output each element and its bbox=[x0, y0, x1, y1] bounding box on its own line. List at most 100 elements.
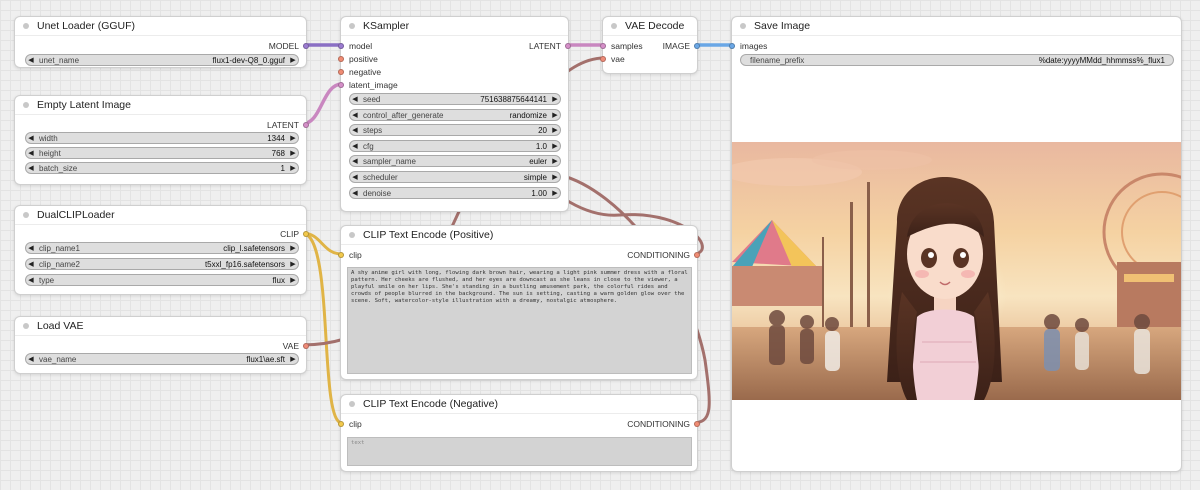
collapse-dot-icon[interactable] bbox=[23, 323, 29, 329]
decrement-arrow-icon[interactable]: ◀ bbox=[26, 260, 36, 268]
node-header[interactable]: Empty Latent Image bbox=[15, 96, 306, 115]
increment-arrow-icon[interactable]: ▶ bbox=[550, 157, 560, 165]
collapse-dot-icon[interactable] bbox=[740, 23, 746, 29]
load-vae-node[interactable]: Load VAE VAE ◀ vae_name flux1\ae.sft ▶ bbox=[14, 316, 309, 374]
save-image-node[interactable]: Save Image images filename_prefix %date:y… bbox=[729, 16, 1182, 472]
input-slot-icon[interactable] bbox=[338, 69, 344, 75]
collapse-dot-icon[interactable] bbox=[349, 401, 355, 407]
vae-decode-node[interactable]: VAE Decode samples vae IMAGE bbox=[600, 16, 700, 74]
output-slot-icon[interactable] bbox=[694, 43, 700, 49]
decrement-arrow-icon[interactable]: ◀ bbox=[350, 142, 360, 150]
increment-arrow-icon[interactable]: ▶ bbox=[550, 173, 560, 181]
increment-arrow-icon[interactable]: ▶ bbox=[288, 134, 298, 142]
output-conditioning[interactable]: CONDITIONING bbox=[627, 418, 700, 430]
increment-arrow-icon[interactable]: ▶ bbox=[288, 164, 298, 172]
clip-text-encode-negative-node[interactable]: CLIP Text Encode (Negative) clip CONDITI… bbox=[338, 394, 700, 472]
input-slot-icon[interactable] bbox=[338, 43, 344, 49]
widget-clip-name2[interactable]: ◀ clip_name2 t5xxl_fp16.safetensors ▶ bbox=[25, 258, 299, 270]
widget-scheduler[interactable]: ◀ scheduler simple ▶ bbox=[349, 171, 561, 183]
output-slot-icon[interactable] bbox=[303, 343, 309, 349]
increment-arrow-icon[interactable]: ▶ bbox=[550, 126, 560, 134]
widget-seed[interactable]: ◀ seed 751638875644141 ▶ bbox=[349, 93, 561, 105]
widget-cfg[interactable]: ◀ cfg 1.0 ▶ bbox=[349, 140, 561, 152]
output-conditioning[interactable]: CONDITIONING bbox=[627, 249, 700, 261]
collapse-dot-icon[interactable] bbox=[349, 23, 355, 29]
decrement-arrow-icon[interactable]: ◀ bbox=[26, 244, 36, 252]
unet-loader-node[interactable]: Unet Loader (GGUF) MODEL ◀ unet_name flux1… bbox=[14, 16, 309, 68]
output-vae[interactable]: VAE bbox=[283, 340, 309, 352]
input-clip[interactable]: clip bbox=[338, 418, 362, 430]
increment-arrow-icon[interactable]: ▶ bbox=[288, 56, 298, 64]
input-slot-icon[interactable] bbox=[338, 82, 344, 88]
output-clip[interactable]: CLIP bbox=[280, 228, 309, 240]
decrement-arrow-icon[interactable]: ◀ bbox=[350, 173, 360, 181]
node-header[interactable]: DualCLIPLoader bbox=[15, 206, 306, 225]
generated-image-preview[interactable] bbox=[732, 142, 1181, 400]
node-header[interactable]: Load VAE bbox=[15, 317, 306, 336]
decrement-arrow-icon[interactable]: ◀ bbox=[26, 149, 36, 157]
input-positive[interactable]: positive bbox=[338, 53, 378, 65]
dual-clip-loader-node[interactable]: DualCLIPLoader CLIP ◀ clip_name1 clip_l.sa… bbox=[14, 205, 309, 295]
widget-vae-name[interactable]: ◀ vae_name flux1\ae.sft ▶ bbox=[25, 353, 299, 365]
output-slot-icon[interactable] bbox=[694, 252, 700, 258]
collapse-dot-icon[interactable] bbox=[23, 23, 29, 29]
widget-batch-size[interactable]: ◀ batch_size 1 ▶ bbox=[25, 162, 299, 174]
widget-unet-name[interactable]: ◀ unet_name flux1-dev-Q8_0.gguf ▶ bbox=[25, 54, 299, 66]
output-slot-icon[interactable] bbox=[694, 421, 700, 427]
decrement-arrow-icon[interactable]: ◀ bbox=[26, 355, 36, 363]
clip-text-encode-positive-node[interactable]: CLIP Text Encode (Positive) clip CONDITI… bbox=[338, 225, 700, 380]
output-latent[interactable]: LATENT bbox=[529, 40, 571, 52]
widget-width[interactable]: ◀ width 1344 ▶ bbox=[25, 132, 299, 144]
input-clip[interactable]: clip bbox=[338, 249, 362, 261]
decrement-arrow-icon[interactable]: ◀ bbox=[350, 95, 360, 103]
output-model[interactable]: MODEL bbox=[269, 40, 309, 52]
output-slot-icon[interactable] bbox=[303, 231, 309, 237]
widget-clip-name1[interactable]: ◀ clip_name1 clip_l.safetensors ▶ bbox=[25, 242, 299, 254]
decrement-arrow-icon[interactable]: ◀ bbox=[26, 56, 36, 64]
input-slot-icon[interactable] bbox=[600, 56, 606, 62]
collapse-dot-icon[interactable] bbox=[611, 23, 617, 29]
increment-arrow-icon[interactable]: ▶ bbox=[550, 189, 560, 197]
widget-height[interactable]: ◀ height 768 ▶ bbox=[25, 147, 299, 159]
node-header[interactable]: Unet Loader (GGUF) bbox=[15, 17, 306, 36]
increment-arrow-icon[interactable]: ▶ bbox=[288, 244, 298, 252]
input-negative[interactable]: negative bbox=[338, 66, 381, 78]
widget-filename-prefix[interactable]: filename_prefix %date:yyyyMMdd_hhmmss%_fl… bbox=[740, 54, 1174, 66]
node-header[interactable]: KSampler bbox=[341, 17, 568, 36]
output-slot-icon[interactable] bbox=[303, 122, 309, 128]
decrement-arrow-icon[interactable]: ◀ bbox=[350, 157, 360, 165]
input-model[interactable]: model bbox=[338, 40, 372, 52]
increment-arrow-icon[interactable]: ▶ bbox=[550, 142, 560, 150]
empty-latent-node[interactable]: Empty Latent Image LATENT ◀ width 1344 ▶ ◀ h… bbox=[14, 95, 309, 185]
prompt-textarea[interactable]: A shy anime girl with long, flowing dark… bbox=[347, 267, 692, 374]
node-header[interactable]: VAE Decode bbox=[603, 17, 697, 36]
widget-sampler-name[interactable]: ◀ sampler_name euler ▶ bbox=[349, 155, 561, 167]
increment-arrow-icon[interactable]: ▶ bbox=[288, 260, 298, 268]
input-slot-icon[interactable] bbox=[338, 252, 344, 258]
input-vae[interactable]: vae bbox=[600, 53, 625, 65]
widget-type[interactable]: ◀ type flux ▶ bbox=[25, 274, 299, 286]
collapse-dot-icon[interactable] bbox=[23, 102, 29, 108]
input-slot-icon[interactable] bbox=[729, 43, 735, 49]
increment-arrow-icon[interactable]: ▶ bbox=[288, 276, 298, 284]
input-latent-image[interactable]: latent_image bbox=[338, 79, 398, 91]
ksampler-node[interactable]: KSampler LATENT model positive negative … bbox=[338, 16, 571, 212]
increment-arrow-icon[interactable]: ▶ bbox=[550, 95, 560, 103]
increment-arrow-icon[interactable]: ▶ bbox=[550, 111, 560, 119]
input-slot-icon[interactable] bbox=[600, 43, 606, 49]
collapse-dot-icon[interactable] bbox=[349, 232, 355, 238]
decrement-arrow-icon[interactable]: ◀ bbox=[26, 164, 36, 172]
output-image[interactable]: IMAGE bbox=[663, 40, 700, 52]
increment-arrow-icon[interactable]: ▶ bbox=[288, 355, 298, 363]
input-images[interactable]: images bbox=[729, 40, 767, 52]
decrement-arrow-icon[interactable]: ◀ bbox=[350, 126, 360, 134]
node-header[interactable]: CLIP Text Encode (Negative) bbox=[341, 395, 697, 414]
decrement-arrow-icon[interactable]: ◀ bbox=[26, 134, 36, 142]
decrement-arrow-icon[interactable]: ◀ bbox=[350, 189, 360, 197]
input-slot-icon[interactable] bbox=[338, 421, 344, 427]
output-latent[interactable]: LATENT bbox=[267, 119, 309, 131]
input-slot-icon[interactable] bbox=[338, 56, 344, 62]
widget-denoise[interactable]: ◀ denoise 1.00 ▶ bbox=[349, 187, 561, 199]
increment-arrow-icon[interactable]: ▶ bbox=[288, 149, 298, 157]
output-slot-icon[interactable] bbox=[303, 43, 309, 49]
